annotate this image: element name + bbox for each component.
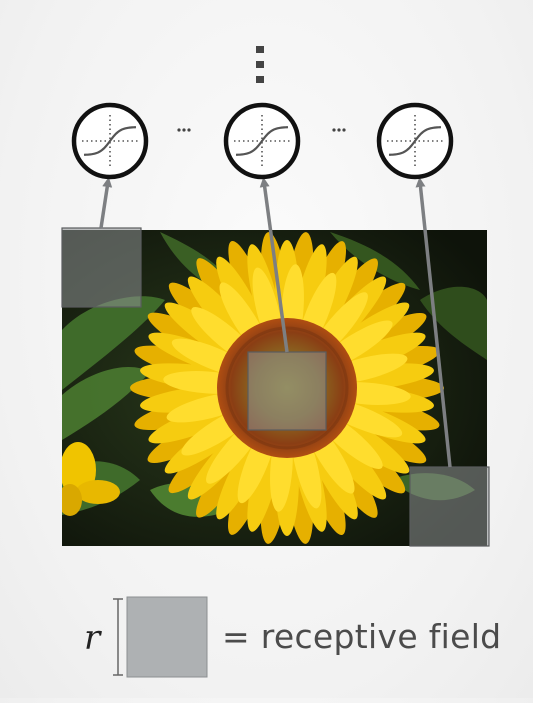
legend-receptive-field-box bbox=[126, 596, 208, 678]
receptive-field-top-left bbox=[61, 227, 142, 308]
ellipsis-right bbox=[332, 128, 346, 132]
receptive-field-bottom-right bbox=[409, 466, 490, 547]
receptive-field-diagram: r = receptive field bbox=[0, 0, 533, 698]
legend bbox=[113, 596, 208, 678]
neuron-unit-center bbox=[223, 102, 301, 180]
legend-label: = receptive field bbox=[222, 617, 502, 656]
ellipsis-left bbox=[177, 128, 191, 132]
arrow-left bbox=[99, 177, 113, 229]
receptive-field-center bbox=[247, 351, 327, 431]
diagram-canvas bbox=[61, 46, 490, 678]
neuron-unit-right bbox=[376, 102, 454, 180]
legend-size-bracket bbox=[113, 598, 123, 676]
legend-size-symbol: r bbox=[84, 618, 101, 658]
vertical-ellipsis bbox=[256, 46, 264, 83]
neuron-unit-left bbox=[71, 102, 149, 180]
